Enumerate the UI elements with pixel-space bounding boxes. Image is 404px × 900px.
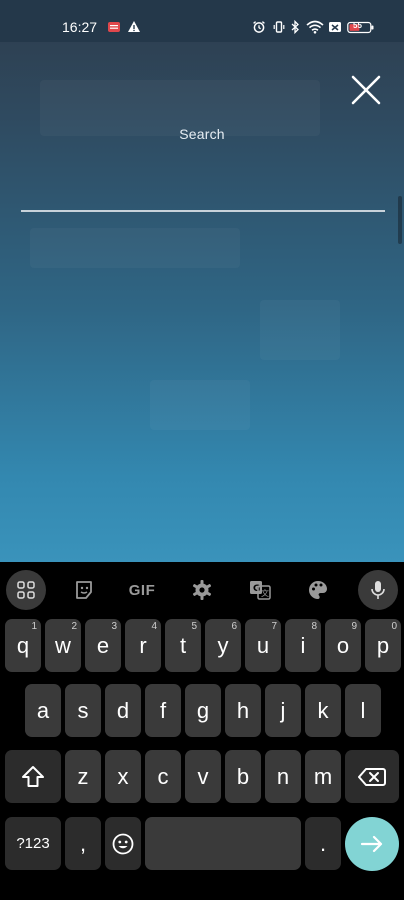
voice-input-button[interactable] — [358, 570, 398, 610]
key-r[interactable]: r4 — [125, 619, 161, 672]
key-hint: 5 — [191, 621, 197, 632]
key-o[interactable]: o9 — [325, 619, 361, 672]
key-k[interactable]: k — [305, 684, 341, 737]
signal-off-icon — [329, 22, 341, 32]
symbols-key[interactable]: ?123 — [5, 817, 61, 870]
key-l[interactable]: l — [345, 684, 381, 737]
app-notification-icon — [108, 22, 120, 32]
bluetooth-icon — [291, 19, 299, 35]
key-hint: 7 — [271, 621, 277, 632]
go-button[interactable] — [345, 817, 399, 871]
gear-icon — [192, 580, 212, 600]
close-icon — [351, 75, 381, 105]
key-j[interactable]: j — [265, 684, 301, 737]
apps-button[interactable] — [6, 570, 46, 610]
emoji-key[interactable] — [105, 817, 141, 870]
gif-label: GIF — [128, 581, 156, 599]
key-q[interactable]: q1 — [5, 619, 41, 672]
key-y[interactable]: y6 — [205, 619, 241, 672]
search-label: Search — [179, 126, 225, 142]
shift-icon — [22, 765, 44, 787]
search-input[interactable] — [21, 178, 385, 212]
battery-level: 55 — [353, 21, 362, 30]
key-c[interactable]: c — [145, 750, 181, 803]
grid-icon — [17, 581, 35, 599]
background-content — [150, 380, 250, 430]
key-hint: 3 — [111, 621, 117, 632]
key-i[interactable]: i8 — [285, 619, 321, 672]
status-time: 16:27 — [62, 19, 98, 35]
key-d[interactable]: d — [105, 684, 141, 737]
status-bar: 16:27 55 — [0, 0, 404, 42]
key-e[interactable]: e3 — [85, 619, 121, 672]
key-x[interactable]: x — [105, 750, 141, 803]
key-h[interactable]: h — [225, 684, 261, 737]
key-f[interactable]: f — [145, 684, 181, 737]
shift-key[interactable] — [5, 750, 61, 803]
svg-text:文: 文 — [261, 588, 269, 598]
key-w[interactable]: w2 — [45, 619, 81, 672]
background-content — [260, 300, 340, 360]
key-hint: 8 — [311, 621, 317, 632]
key-a[interactable]: a — [25, 684, 61, 737]
arrow-right-icon — [360, 835, 383, 853]
key-b[interactable]: b — [225, 750, 261, 803]
comma-key[interactable]: , — [65, 817, 101, 870]
key-z[interactable]: z — [65, 750, 101, 803]
key-hint: 2 — [71, 621, 77, 632]
close-button[interactable] — [346, 70, 386, 110]
key-hint: 1 — [31, 621, 37, 632]
key-hint: 9 — [351, 621, 357, 632]
microphone-icon — [371, 581, 385, 599]
sticker-button[interactable] — [64, 570, 104, 610]
key-g[interactable]: g — [185, 684, 221, 737]
backspace-key[interactable] — [345, 750, 399, 803]
gif-button[interactable]: GIF — [122, 570, 162, 610]
space-bar[interactable] — [145, 817, 301, 870]
key-v[interactable]: v — [185, 750, 221, 803]
keyboard: GIF G 文 q 1 w 2 e 3 r 4 t 5 y 6 u 7 i 8 … — [0, 562, 404, 900]
key-hint: 0 — [391, 621, 397, 632]
translate-icon: G 文 — [250, 581, 271, 600]
key-m[interactable]: m — [305, 750, 341, 803]
key-hint: 6 — [231, 621, 237, 632]
warning-icon — [128, 21, 140, 32]
background-content — [30, 228, 240, 268]
app-screen: 16:27 55 Search — [0, 0, 404, 562]
backspace-icon — [358, 767, 386, 786]
key-hint: 4 — [151, 621, 157, 632]
sticker-icon — [76, 581, 92, 599]
key-u[interactable]: u7 — [245, 619, 281, 672]
key-p[interactable]: p0 — [365, 619, 401, 672]
emoji-icon — [112, 833, 134, 854]
key-t[interactable]: t5 — [165, 619, 201, 672]
wifi-icon — [306, 20, 324, 34]
period-key[interactable]: . — [305, 817, 341, 870]
settings-button[interactable] — [182, 570, 222, 610]
alarm-icon — [253, 21, 265, 33]
theme-button[interactable] — [298, 570, 338, 610]
key-s[interactable]: s — [65, 684, 101, 737]
translate-button[interactable]: G 文 — [240, 570, 280, 610]
key-n[interactable]: n — [265, 750, 301, 803]
scrollbar[interactable] — [398, 196, 402, 244]
vibrate-icon — [273, 21, 285, 33]
palette-icon — [309, 581, 327, 599]
